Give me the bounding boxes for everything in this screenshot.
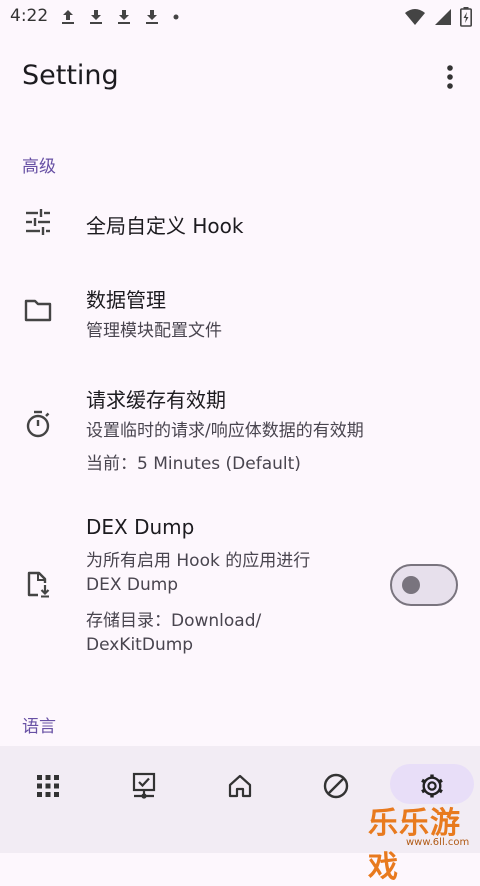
upload-icon (62, 10, 74, 24)
watermark-url: www.6ll.com (406, 837, 470, 848)
wifi-icon (405, 9, 425, 25)
home-icon (228, 774, 252, 798)
pref-cache-validity[interactable]: 请求缓存有效期 设置临时的请求/响应体数据的有效期 当前：5 Minutes (… (0, 370, 480, 482)
pref-title: DEX Dump (86, 515, 195, 539)
pref-storage-dir: DexKitDump (86, 635, 194, 655)
more-vert-icon (447, 65, 453, 89)
signal-icon (435, 9, 451, 25)
nav-apps[interactable] (16, 766, 80, 806)
download-icon (118, 10, 130, 24)
section-header-language: 语言 (22, 717, 56, 737)
pref-description: 为所有启用 Hook 的应用进行 (86, 551, 311, 571)
notification-icons (60, 8, 180, 26)
system-icons (404, 7, 472, 27)
folder-icon (24, 299, 52, 322)
pref-title: 请求缓存有效期 (86, 388, 226, 412)
pref-title: 全局自定义 Hook (86, 214, 244, 238)
tune-icon (26, 209, 50, 235)
top-app-bar: Setting (0, 44, 480, 108)
pref-title: 数据管理 (86, 288, 166, 312)
battery-icon (460, 7, 472, 27)
pref-description: DEX Dump (86, 575, 179, 595)
block-icon (323, 773, 349, 799)
timer-icon (26, 410, 50, 438)
download-icon (146, 10, 158, 24)
watermark-logo: 乐乐游戏 www.6ll.com (362, 796, 480, 885)
pref-data-management[interactable]: 数据管理 管理模块配置文件 (0, 270, 480, 350)
section-header-advanced: 高级 (22, 157, 56, 177)
nav-device-check[interactable] (112, 766, 176, 806)
toggle-thumb (402, 576, 420, 594)
nav-home[interactable] (208, 766, 272, 806)
pref-subtitle: 管理模块配置文件 (86, 321, 222, 341)
page-title: Setting (22, 60, 119, 91)
dex-dump-toggle[interactable] (390, 564, 458, 606)
pref-global-hook[interactable]: 全局自定义 Hook (0, 184, 480, 262)
pref-current-value: 当前：5 Minutes (Default) (86, 454, 301, 474)
pref-subtitle: 设置临时的请求/响应体数据的有效期 (86, 421, 364, 441)
file-download-icon (27, 571, 50, 598)
status-bar: 4:22 (0, 0, 480, 34)
more-notifications-icon (173, 14, 179, 20)
more-options-button[interactable] (434, 60, 466, 94)
download-icon (90, 10, 102, 24)
nav-block[interactable] (304, 766, 368, 806)
device-check-icon (132, 772, 156, 799)
pref-storage-dir: 存储目录：Download/ (86, 611, 262, 631)
status-time: 4:22 (10, 6, 49, 26)
apps-icon (37, 775, 59, 797)
